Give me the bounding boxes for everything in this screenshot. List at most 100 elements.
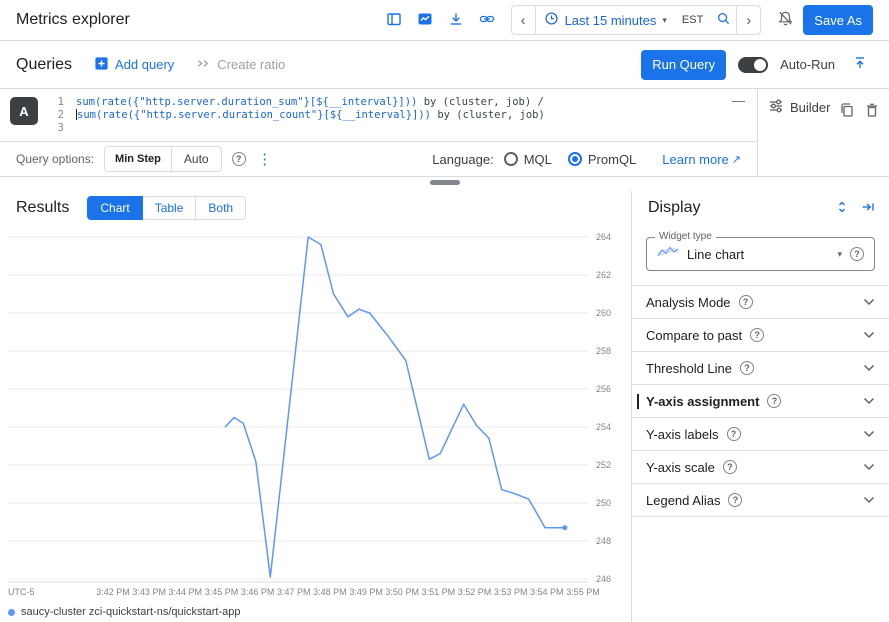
tab-table[interactable]: Table: [142, 196, 197, 220]
queries-bar: Queries Add query Create ratio Run Query…: [0, 41, 889, 88]
time-forward-button[interactable]: ›: [736, 6, 760, 34]
chevron-down-icon: [863, 397, 875, 405]
min-step-control[interactable]: Min Step Auto: [104, 146, 222, 172]
run-query-button[interactable]: Run Query: [641, 50, 726, 80]
query-editor-card: A 1sum(rate({"http.server.duration_sum"}…: [0, 88, 889, 177]
add-query-button[interactable]: Add query: [94, 56, 174, 74]
legend-dot: [8, 609, 15, 616]
svg-text:250: 250: [596, 498, 611, 508]
more-options-button[interactable]: ⋮: [256, 150, 274, 168]
close-panel-button[interactable]: [855, 195, 881, 221]
external-link-icon: ↗: [732, 153, 741, 166]
time-range-button[interactable]: Last 15 minutes ▾: [536, 6, 675, 34]
code-line[interactable]: 2sum(rate({"http.server.duration_count"}…: [48, 109, 717, 122]
time-range-control: ‹ Last 15 minutes ▾ EST ›: [511, 5, 762, 35]
time-back-button[interactable]: ‹: [512, 6, 536, 34]
time-range-value: Last 15 minutes: [565, 13, 657, 28]
chart-legend[interactable]: saucy-cluster zci-quickstart-ns/quicksta…: [0, 602, 631, 622]
collapse-all-icon: [852, 55, 868, 74]
display-panel: Display Widget type Line chart: [631, 191, 889, 622]
copy-icon: [839, 102, 855, 121]
svg-text:3:52 PM: 3:52 PM: [458, 587, 492, 597]
collapse-queries-button[interactable]: [847, 52, 873, 78]
help-icon[interactable]: ?: [728, 493, 742, 507]
code-lines: 1sum(rate({"http.server.duration_sum"}[$…: [48, 96, 717, 135]
section-compare-to-past[interactable]: Compare to past?: [632, 319, 889, 352]
section-y-axis-labels[interactable]: Y-axis labels?: [632, 418, 889, 451]
svg-text:3:55 PM: 3:55 PM: [566, 587, 600, 597]
link-icon: [479, 11, 495, 30]
svg-text:3:50 PM: 3:50 PM: [385, 587, 419, 597]
resize-handle[interactable]: [430, 180, 460, 185]
search-icon: [716, 11, 731, 29]
copy-query-button[interactable]: [838, 98, 855, 124]
delete-query-button[interactable]: [864, 98, 881, 124]
trash-icon: [864, 102, 880, 121]
code-line[interactable]: 3: [48, 122, 717, 135]
query-options-row: Query options: Min Step Auto ? ⋮ Languag…: [0, 141, 757, 176]
radio-label: PromQL: [588, 152, 636, 167]
section-legend-alias[interactable]: Legend Alias?: [632, 484, 889, 517]
promql-editor[interactable]: 1sum(rate({"http.server.duration_sum"}[$…: [0, 89, 757, 141]
page-title: Metrics explorer: [16, 11, 130, 29]
expand-all-button[interactable]: [829, 195, 855, 221]
widget-type-help-icon[interactable]: ?: [850, 247, 864, 261]
section-analysis-mode[interactable]: Analysis Mode?: [632, 286, 889, 319]
section-label: Y-axis labels: [646, 427, 719, 442]
notifications-off-icon: [777, 10, 794, 30]
help-icon[interactable]: ?: [740, 361, 754, 375]
add-box-icon: [94, 56, 109, 74]
help-icon[interactable]: ?: [723, 460, 737, 474]
widget-type-select[interactable]: Widget type Line chart ▾ ?: [646, 237, 875, 271]
svg-text:3:46 PM: 3:46 PM: [241, 587, 275, 597]
results-chart: 246248250252254256258260262264UTC-53:42 …: [0, 225, 622, 602]
time-search-button[interactable]: [710, 7, 736, 33]
tab-chart[interactable]: Chart: [87, 196, 142, 220]
chevron-down-icon: [863, 463, 875, 471]
download-button[interactable]: [443, 7, 469, 33]
svg-text:3:43 PM: 3:43 PM: [132, 587, 166, 597]
query-letter-badge: A: [10, 97, 38, 125]
side-panel-button[interactable]: [381, 7, 407, 33]
auto-run-toggle[interactable]: [738, 57, 768, 73]
radio-mql[interactable]: MQL: [504, 152, 552, 167]
notifications-off-button[interactable]: [772, 7, 798, 33]
help-icon[interactable]: ?: [750, 328, 764, 342]
radio-promql[interactable]: PromQL: [568, 152, 636, 167]
builder-button[interactable]: Builder: [768, 98, 830, 117]
svg-text:3:42 PM: 3:42 PM: [96, 587, 130, 597]
chevron-down-icon: [863, 496, 875, 504]
queries-bar-actions: Run Query Auto-Run: [641, 50, 873, 80]
clock-icon: [544, 11, 559, 29]
main-area: Results ChartTableBoth 24624825025225425…: [0, 191, 889, 622]
learn-more-label: Learn more: [662, 152, 728, 167]
tab-both[interactable]: Both: [195, 196, 246, 220]
svg-text:258: 258: [596, 346, 611, 356]
svg-text:3:47 PM: 3:47 PM: [277, 587, 311, 597]
section-threshold-line[interactable]: Threshold Line?: [632, 352, 889, 385]
svg-text:3:53 PM: 3:53 PM: [494, 587, 528, 597]
help-icon[interactable]: ?: [727, 427, 741, 441]
help-icon[interactable]: ?: [739, 295, 753, 309]
learn-more-link[interactable]: Learn more ↗: [662, 152, 741, 167]
dropdown-arrow-icon: ▾: [662, 15, 667, 26]
min-step-help-icon[interactable]: ?: [232, 152, 246, 166]
metrics-explorer-app: Metrics explorer: [0, 0, 889, 622]
save-as-button[interactable]: Save As: [803, 5, 873, 35]
help-icon[interactable]: ?: [767, 394, 781, 408]
dashboard-button[interactable]: [412, 7, 438, 33]
create-ratio-button[interactable]: Create ratio: [196, 56, 285, 74]
results-tabs: ChartTableBoth: [87, 196, 246, 220]
query-options-label: Query options:: [16, 152, 94, 166]
section-y-axis-scale[interactable]: Y-axis scale?: [632, 451, 889, 484]
link-button[interactable]: [474, 7, 500, 33]
chart-area[interactable]: 246248250252254256258260262264UTC-53:42 …: [0, 225, 631, 602]
panel-resize-strip: [0, 177, 889, 191]
code-line[interactable]: 1sum(rate({"http.server.duration_sum"}[$…: [48, 96, 717, 109]
minus-icon: —: [732, 93, 745, 108]
display-title: Display: [648, 199, 700, 217]
language-options: MQL PromQL: [504, 152, 653, 167]
collapse-editor-button[interactable]: —: [732, 93, 745, 108]
section-y-axis-assignment[interactable]: Y-axis assignment?: [632, 385, 889, 418]
chevron-left-icon: ‹: [521, 12, 526, 29]
